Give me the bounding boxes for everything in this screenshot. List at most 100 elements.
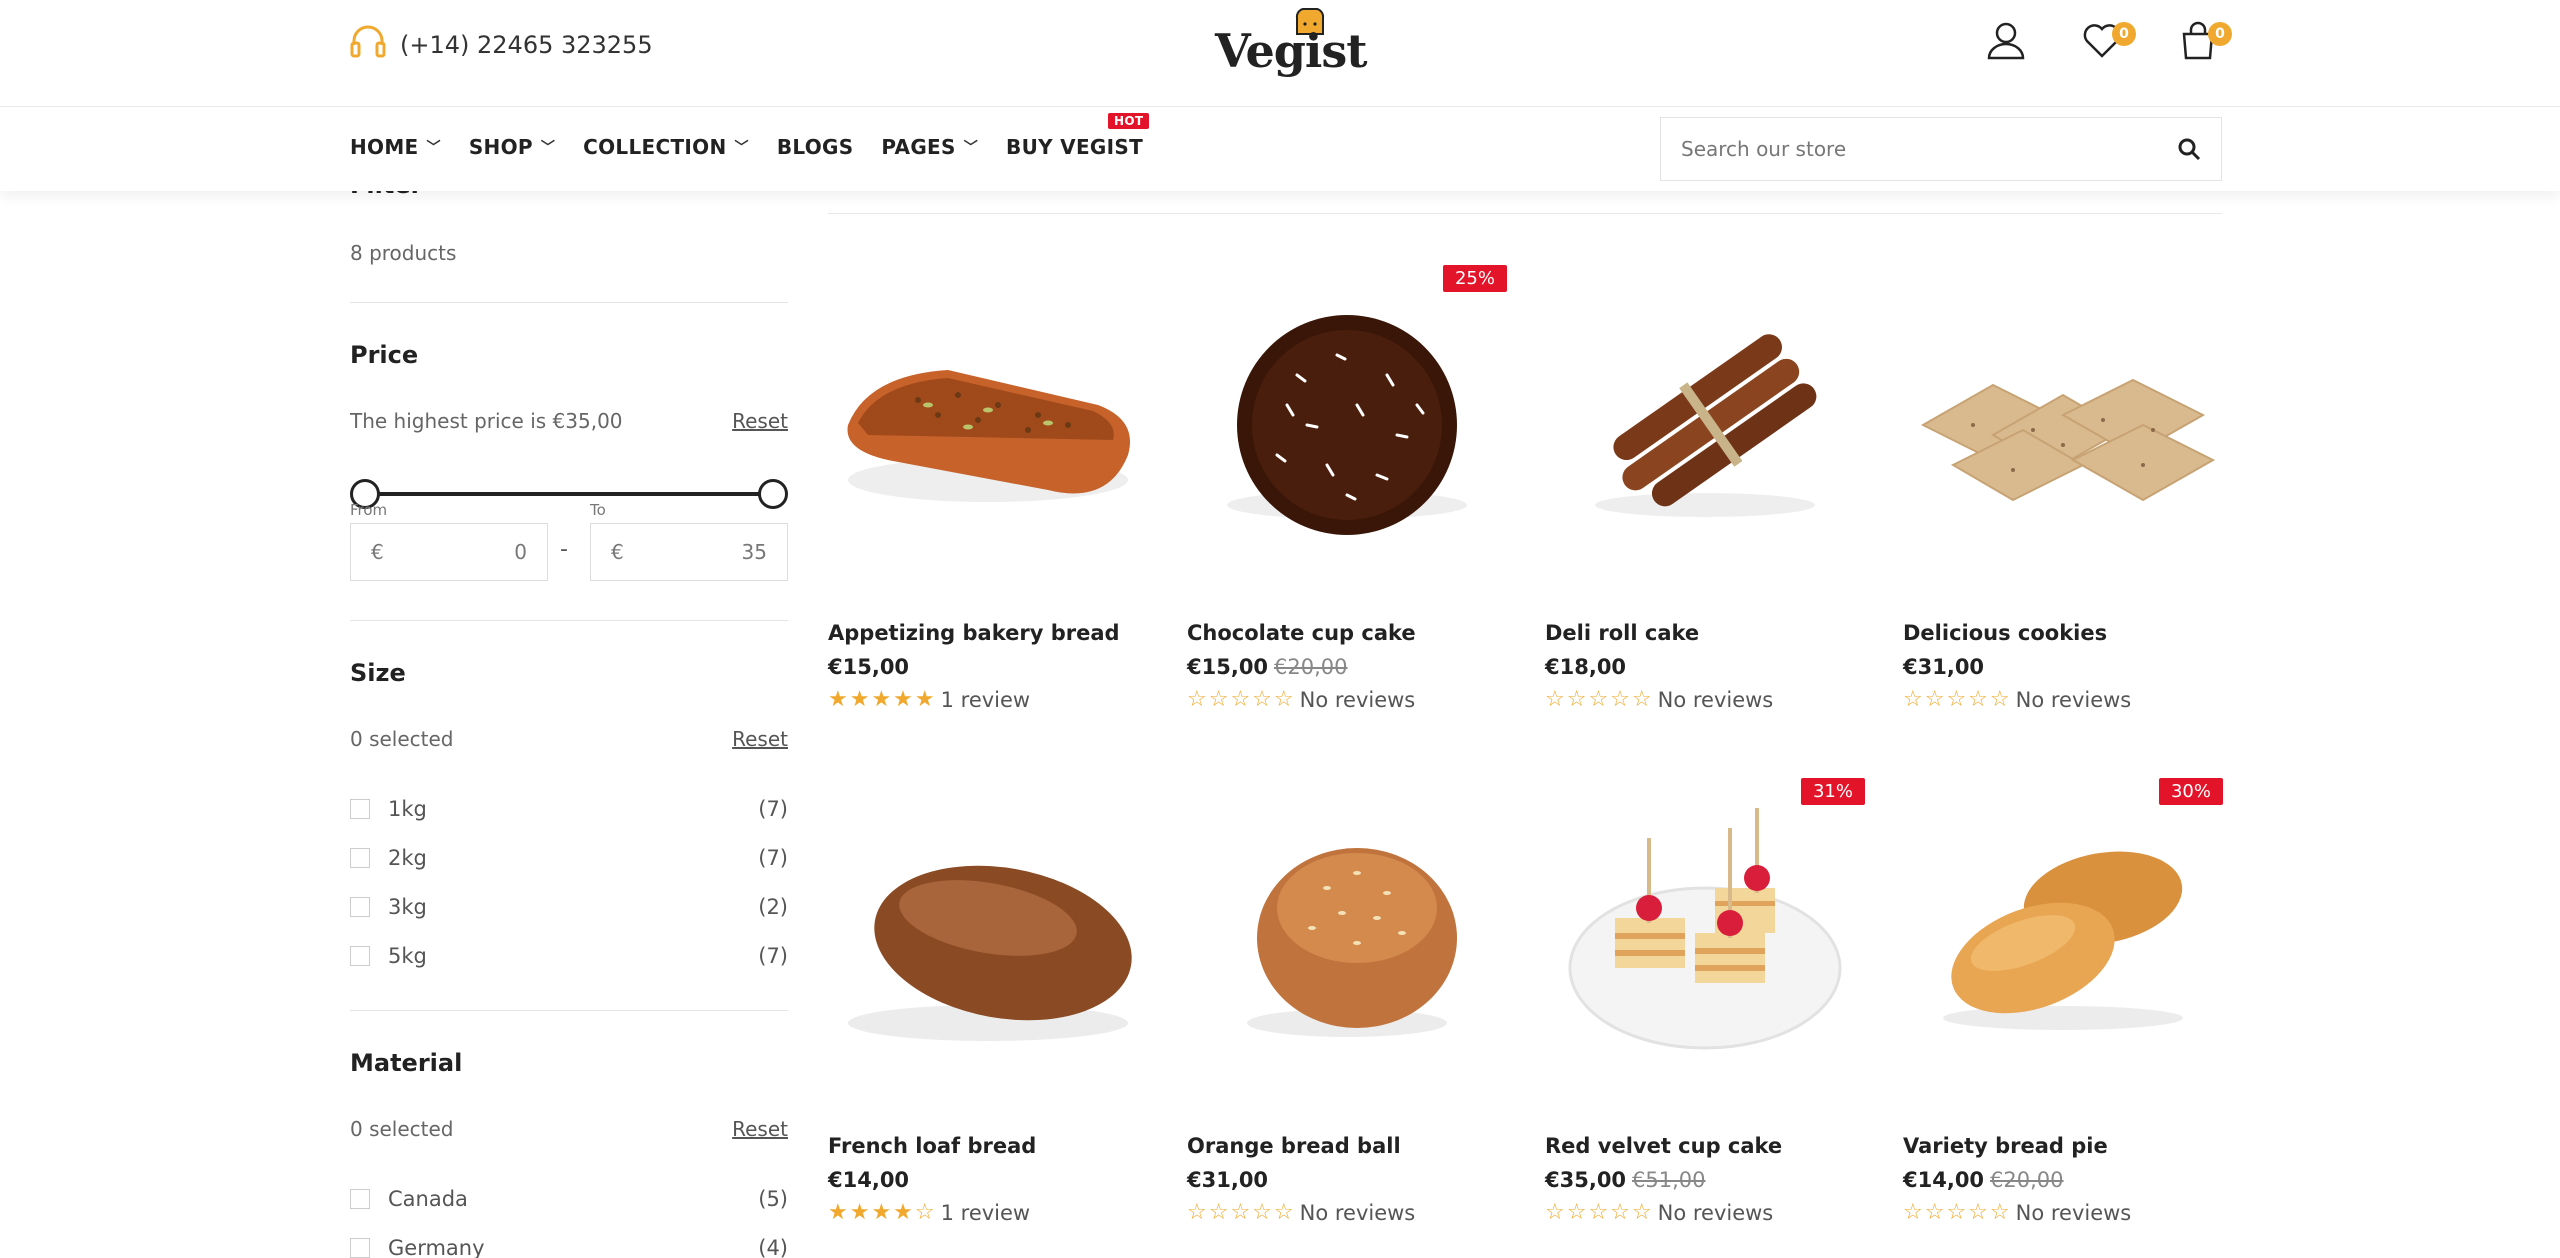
- current-price: €35,00: [1545, 1168, 1627, 1192]
- price-from-input[interactable]: € 0: [350, 523, 548, 581]
- product-image[interactable]: [1187, 768, 1507, 1088]
- product-card[interactable]: Appetizing bakery bread €15,00 ★★★★★ 1 r…: [828, 255, 1148, 712]
- filter-sidebar: Filter 8 products Price The highest pric…: [350, 191, 788, 1258]
- material-reset-link[interactable]: Reset: [732, 1117, 788, 1141]
- price-from-value: 0: [514, 540, 527, 564]
- nav-item-shop[interactable]: SHOP ﹀: [469, 135, 555, 159]
- slider-max-handle[interactable]: [758, 479, 788, 509]
- current-price: €31,00: [1903, 655, 1985, 679]
- current-price: €14,00: [828, 1168, 910, 1192]
- current-price: €31,00: [1187, 1168, 1269, 1192]
- checkbox[interactable]: [350, 1238, 370, 1258]
- product-rating: ☆☆☆☆☆ No reviews: [1903, 687, 2131, 712]
- search-icon[interactable]: [2177, 137, 2201, 161]
- cinnamon-sticks-image: [1595, 334, 1817, 517]
- user-icon: [1987, 22, 2025, 60]
- option-label: 1kg: [388, 797, 427, 821]
- range-dash: -: [560, 537, 568, 562]
- cart-button[interactable]: 0: [2176, 18, 2232, 62]
- nav-label: PAGES: [881, 135, 956, 159]
- product-name[interactable]: Variety bread pie: [1903, 1134, 2108, 1158]
- product-image[interactable]: [828, 768, 1148, 1088]
- product-name[interactable]: Chocolate cup cake: [1187, 621, 1416, 645]
- size-option-1kg[interactable]: 1kg (7): [350, 797, 788, 821]
- review-count: No reviews: [1299, 687, 1416, 712]
- currency-symbol: €: [371, 540, 384, 564]
- product-name[interactable]: Red velvet cup cake: [1545, 1134, 1782, 1158]
- product-card[interactable]: 31% Red velvet cup cake €35,00 €51,00 ☆☆☆…: [1545, 768, 1865, 1225]
- product-card[interactable]: Deli roll cake €18,00 ☆☆☆☆☆ No reviews: [1545, 255, 1865, 712]
- account-button[interactable]: [1984, 18, 2028, 62]
- phone-number: (+14) 22465 323255: [400, 31, 653, 59]
- product-price: €31,00: [1903, 655, 1984, 679]
- filter-heading: Filter: [350, 191, 422, 199]
- nav-label: BLOGS: [776, 135, 854, 159]
- star-rating-icon: ☆☆☆☆☆: [1187, 687, 1296, 712]
- size-option-3kg[interactable]: 3kg (2): [350, 895, 788, 919]
- nav-label: HOME: [350, 135, 419, 159]
- product-name[interactable]: Appetizing bakery bread: [828, 621, 1120, 645]
- star-rating-icon: ☆☆☆☆☆: [1903, 1200, 2012, 1225]
- size-option-5kg[interactable]: 5kg (7): [350, 944, 788, 968]
- nav-item-pages[interactable]: PAGES ﹀: [881, 135, 978, 159]
- option-count: (7): [758, 797, 788, 821]
- crackers-image: [1920, 378, 2216, 502]
- product-card[interactable]: Delicious cookies €31,00 ☆☆☆☆☆ No review…: [1903, 255, 2223, 712]
- nav-item-blogs[interactable]: BLOGS: [777, 135, 854, 159]
- price-reset-link[interactable]: Reset: [732, 409, 788, 433]
- current-price: €15,00: [828, 655, 910, 679]
- chevron-down-icon: ﹀: [734, 140, 749, 156]
- product-image[interactable]: 30%: [1903, 768, 2223, 1088]
- material-option-germany[interactable]: Germany (4): [350, 1236, 788, 1258]
- search-input[interactable]: [1681, 137, 2177, 161]
- nav-item-buy-vegist[interactable]: BUY VEGIST HOT: [1006, 113, 1150, 159]
- product-image[interactable]: 31%: [1545, 768, 1865, 1088]
- old-price: €20,00: [1990, 1168, 2064, 1192]
- product-price: €14,00 €20,00: [1903, 1168, 2064, 1192]
- product-image[interactable]: [1545, 255, 1865, 575]
- discount-badge: 25%: [1442, 265, 1507, 292]
- product-image[interactable]: [1903, 255, 2223, 575]
- product-image[interactable]: 25%: [1187, 255, 1507, 575]
- star-rating-icon: ☆☆☆☆☆: [1545, 687, 1654, 712]
- product-rating: ☆☆☆☆☆ No reviews: [1187, 687, 1415, 712]
- product-card[interactable]: French loaf bread €14,00 ★★★★☆ 1 review: [828, 768, 1148, 1225]
- product-card[interactable]: Orange bread ball €31,00 ☆☆☆☆☆ No review…: [1187, 768, 1507, 1225]
- size-option-2kg[interactable]: 2kg (7): [350, 846, 788, 870]
- nav-label: COLLECTION: [583, 135, 727, 159]
- top-header: (+14) 22465 323255 Vegist 0 0: [0, 0, 2560, 107]
- material-option-canada[interactable]: Canada (5): [350, 1187, 788, 1211]
- checkbox[interactable]: [350, 897, 370, 917]
- product-image[interactable]: [828, 255, 1148, 575]
- product-rating: ☆☆☆☆☆ No reviews: [1187, 1200, 1415, 1225]
- review-count: No reviews: [1657, 1200, 1774, 1225]
- size-reset-link[interactable]: Reset: [732, 727, 788, 751]
- product-name[interactable]: Orange bread ball: [1187, 1134, 1401, 1158]
- product-rating: ★★★★☆ 1 review: [828, 1200, 1030, 1225]
- checkbox[interactable]: [350, 848, 370, 868]
- option-label: 2kg: [388, 846, 427, 870]
- product-rating: ☆☆☆☆☆ No reviews: [1545, 1200, 1773, 1225]
- option-count: (5): [758, 1187, 788, 1211]
- option-count: (7): [758, 944, 788, 968]
- price-to-input[interactable]: € 35: [590, 523, 788, 581]
- checkbox[interactable]: [350, 946, 370, 966]
- current-price: €15,00: [1187, 655, 1269, 679]
- product-card[interactable]: 30% Variety bread pie €14,00 €20,00 ☆☆☆☆☆…: [1903, 768, 2223, 1225]
- site-logo[interactable]: Vegist: [1215, 6, 1368, 78]
- nav-item-collection[interactable]: COLLECTION ﹀: [583, 135, 749, 159]
- wishlist-button[interactable]: 0: [2080, 18, 2136, 62]
- product-name[interactable]: Delicious cookies: [1903, 621, 2107, 645]
- phone-contact[interactable]: (+14) 22465 323255: [350, 25, 653, 65]
- checkbox[interactable]: [350, 799, 370, 819]
- search-box: [1660, 117, 2222, 181]
- star-rating-icon: ☆☆☆☆☆: [1903, 687, 2012, 712]
- product-name[interactable]: French loaf bread: [828, 1134, 1036, 1158]
- nav-item-home[interactable]: HOME ﹀: [350, 135, 441, 159]
- checkbox[interactable]: [350, 1189, 370, 1209]
- star-rating-icon: ☆☆☆☆☆: [1545, 1200, 1654, 1225]
- slider-track: [366, 492, 772, 496]
- product-name[interactable]: Deli roll cake: [1545, 621, 1699, 645]
- option-label: 5kg: [388, 944, 427, 968]
- product-card[interactable]: 25% Chocolate cup cake €15,00 €20,00 ☆☆☆☆…: [1187, 255, 1507, 712]
